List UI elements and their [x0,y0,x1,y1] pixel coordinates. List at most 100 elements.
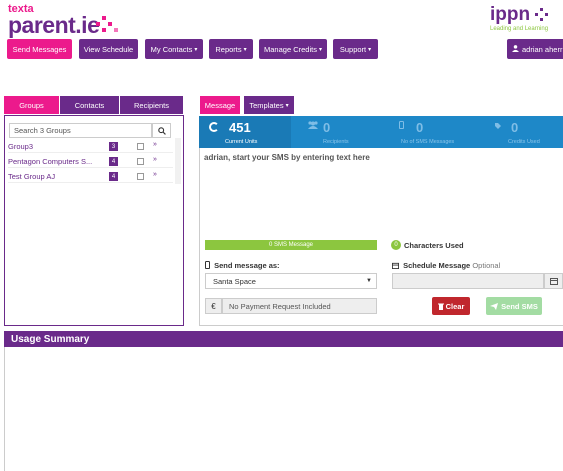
group-count-badge: 3 [109,142,118,151]
double-chevron-down-icon[interactable]: » [153,141,157,148]
euro-icon: € [205,298,222,314]
group-row[interactable]: Test Group AJ 4 » [8,170,173,183]
nav-label: Manage Credits [264,44,317,54]
stat-label: Recipients [323,139,349,145]
nav-my-contacts[interactable]: My Contacts ▾ [145,39,203,59]
group-row[interactable]: Pentagon Computers S... 4 » [8,155,173,168]
nav-label: Send Messages [12,44,67,54]
stat-label: Current Units [225,139,258,145]
tab-recipients[interactable]: Recipients [120,96,183,114]
send-sms-button[interactable]: Send SMS [486,297,542,315]
group-row[interactable]: Group3 3 » [8,140,173,153]
stat-value: 451 [229,120,251,135]
nav-support[interactable]: Support ▾ [333,39,378,59]
send-as-select[interactable]: Santa Space ▼ [205,273,377,289]
message-placeholder: adrian, start your SMS by entering text … [204,153,370,162]
group-name[interactable]: Pentagon Computers S... [8,157,92,166]
ippn-name: ippn [490,4,531,25]
sms-progress-bar: 0 SMS Message [205,240,377,250]
group-name[interactable]: Group3 [8,142,33,151]
user-menu[interactable]: adrian aherr [507,39,563,59]
payment-request-field[interactable]: No Payment Request Included [222,298,377,314]
ippn-tagline: Leading and Learning [490,26,549,32]
double-chevron-down-icon[interactable]: » [153,156,157,163]
nav-view-schedule[interactable]: View Schedule [79,39,138,59]
mobile-icon [205,261,210,269]
send-label: Send SMS [501,301,538,311]
tag-icon [495,121,501,131]
sms-progress-label: 0 SMS Message [268,242,314,248]
caret-down-icon: ▾ [318,46,322,53]
usage-summary-body [4,347,563,471]
users-icon [307,121,319,131]
caret-down-icon: ▾ [368,46,372,53]
nav-send-messages[interactable]: Send Messages [7,39,72,59]
groups-scrollbar[interactable] [175,138,181,184]
search-button[interactable] [152,123,171,138]
message-textarea[interactable]: adrian, start your SMS by entering text … [199,148,563,236]
ippn-logo: ippn Leading and Learning [490,4,560,32]
calendar-icon [392,262,399,269]
groups-panel: Search 3 Groups Group3 3 » Pentagon Comp… [4,115,184,326]
paper-plane-icon [490,302,499,310]
nav-label: View Schedule [83,44,134,54]
search-placeholder: Search 3 Groups [14,126,71,135]
group-count-badge: 4 [109,157,118,166]
left-tabs: Groups Contacts Recipients [4,96,184,114]
calendar-icon [549,278,558,285]
nav-manage-credits[interactable]: Manage Credits ▾ [259,39,327,59]
search-icon [157,126,166,135]
tab-label: Contacts [74,100,105,110]
trash-icon [437,303,444,310]
clear-label: Clear [445,301,465,311]
group-checkbox[interactable] [137,173,144,180]
chars-used-label: Characters Used [404,241,464,250]
schedule-text: Schedule Message [403,261,471,270]
group-checkbox[interactable] [137,158,144,165]
double-chevron-down-icon[interactable]: » [153,171,157,178]
stat-current-units: 451 Current Units [199,116,291,148]
tab-label: Groups [19,100,44,110]
stat-value: 0 [323,120,331,135]
group-count-badge: 4 [109,172,118,181]
payment-value: No Payment Request Included [229,301,331,311]
stats-bar: 451 Current Units 0 Recipients 0 No of S… [199,116,563,148]
caret-down-icon: ▾ [243,46,247,53]
schedule-label: Schedule Message Optional [392,261,500,270]
nav-label: My Contacts [150,44,193,54]
tab-label: Recipients [133,100,170,110]
mobile-icon [399,121,404,131]
schedule-optional: Optional [472,261,501,270]
stat-value: 0 [416,120,424,135]
caret-down-icon: ▾ [194,46,198,53]
usage-summary-header[interactable]: Usage Summary [4,331,563,347]
nav-label: Reports [215,44,242,54]
stat-value: 0 [511,120,519,135]
send-as-label: Send message as: [205,261,280,270]
tab-label: Message [204,100,236,110]
nav-reports[interactable]: Reports ▾ [209,39,253,59]
group-name[interactable]: Test Group AJ [8,172,55,181]
logo-main-text: parent.ie [8,12,100,38]
group-checkbox[interactable] [137,143,144,150]
chars-count-badge: 0 [391,240,401,250]
usage-summary-title: Usage Summary [11,333,90,345]
nav-label: Support [339,44,367,54]
tab-label: Templates [249,100,284,110]
tab-groups[interactable]: Groups [4,96,59,114]
caret-down-icon: ▼ [366,278,372,284]
units-ring-icon [209,122,219,132]
send-as-text: Send message as: [214,261,280,270]
tab-templates[interactable]: Templates ▾ [244,96,294,114]
tab-message[interactable]: Message [200,96,240,114]
search-groups-input[interactable]: Search 3 Groups [9,123,152,138]
tab-contacts[interactable]: Contacts [60,96,119,114]
clear-button[interactable]: Clear [432,297,470,315]
send-as-value: Santa Space [213,276,256,286]
texta-parent-logo[interactable]: texta parent.ie [8,4,118,38]
calendar-button[interactable] [544,273,563,289]
right-tabs: Message Templates ▾ [200,96,295,114]
stat-label: Credits Used [508,139,540,145]
caret-down-icon: ▾ [285,102,289,109]
schedule-input[interactable] [392,273,544,289]
